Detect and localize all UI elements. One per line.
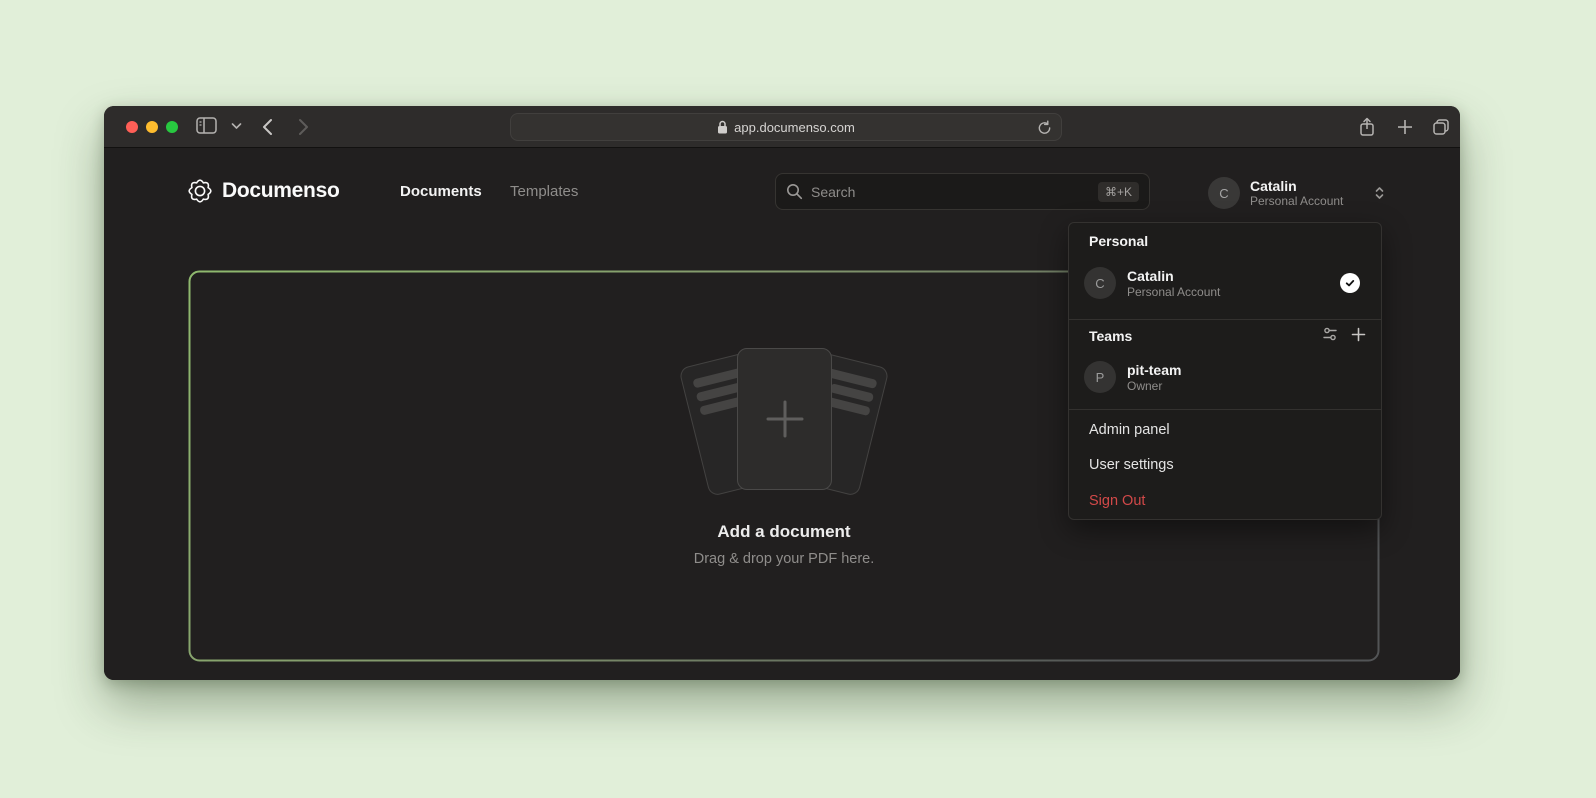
search-icon [786, 183, 803, 200]
tab-overview-icon[interactable] [1432, 118, 1450, 136]
browser-toolbar: app.documenso.com [104, 106, 1460, 148]
document-cards-illustration [669, 332, 899, 508]
documenso-seal-icon[interactable] [186, 177, 214, 205]
back-icon[interactable] [262, 118, 273, 136]
minimize-window-button[interactable] [146, 121, 158, 133]
lock-icon [717, 120, 728, 134]
add-team-icon[interactable] [1347, 323, 1369, 345]
sidebar-toggle-icon[interactable] [196, 117, 217, 134]
forward-icon[interactable] [298, 118, 309, 136]
address-bar[interactable]: app.documenso.com [510, 113, 1062, 141]
search-bar: ⌘+K [775, 173, 1150, 210]
page-content: Documenso Documents Templates ⌘+K C Cata… [104, 148, 1460, 680]
account-name: Catalin [1250, 178, 1363, 194]
tab-group-chevron-icon[interactable] [231, 122, 242, 130]
personal-account-subtitle: Personal Account [1127, 285, 1220, 299]
team-item[interactable]: P pit-team Owner [1077, 353, 1375, 401]
chevrons-up-down-icon [1373, 185, 1386, 201]
dropzone-subtitle: Drag & drop your PDF here. [188, 551, 1380, 567]
document-card-center [737, 348, 832, 490]
menu-item-sign-out[interactable]: Sign Out [1077, 486, 1375, 516]
team-subtitle: Owner [1127, 379, 1181, 393]
menu-item-admin-panel[interactable]: Admin panel [1077, 415, 1375, 445]
new-tab-icon[interactable] [1397, 119, 1413, 135]
desktop-background: app.documenso.com [0, 0, 1596, 798]
menu-divider [1069, 319, 1381, 320]
reload-icon[interactable] [1037, 120, 1052, 136]
close-window-button[interactable] [126, 121, 138, 133]
brand-wordmark: Documenso [222, 179, 340, 203]
personal-account-item[interactable]: C Catalin Personal Account [1077, 259, 1375, 307]
personal-account-name: Catalin [1127, 268, 1220, 285]
url-text: app.documenso.com [734, 120, 855, 135]
account-dropdown-menu: Personal C Catalin Personal Account Team… [1068, 222, 1382, 520]
dropzone-title: Add a document [188, 522, 1380, 542]
account-avatar: C [1208, 177, 1240, 209]
share-icon[interactable] [1359, 117, 1375, 137]
team-avatar: P [1084, 361, 1116, 393]
nav-templates[interactable]: Templates [510, 183, 578, 200]
check-circle-icon [1340, 273, 1360, 293]
browser-window: app.documenso.com [104, 106, 1460, 680]
personal-heading: Personal [1089, 233, 1148, 249]
nav-documents[interactable]: Documents [400, 183, 482, 200]
menu-item-user-settings[interactable]: User settings [1077, 450, 1375, 480]
teams-heading: Teams [1089, 328, 1132, 344]
zoom-window-button[interactable] [166, 121, 178, 133]
team-name: pit-team [1127, 362, 1181, 379]
menu-divider [1069, 409, 1381, 410]
account-subtitle: Personal Account [1250, 194, 1363, 208]
account-menu-button[interactable]: C Catalin Personal Account [1208, 174, 1386, 212]
plus-icon [762, 396, 808, 442]
search-input[interactable] [811, 184, 1090, 200]
manage-teams-icon[interactable] [1319, 323, 1341, 345]
personal-account-avatar: C [1084, 267, 1116, 299]
search-shortcut-badge: ⌘+K [1098, 182, 1139, 202]
